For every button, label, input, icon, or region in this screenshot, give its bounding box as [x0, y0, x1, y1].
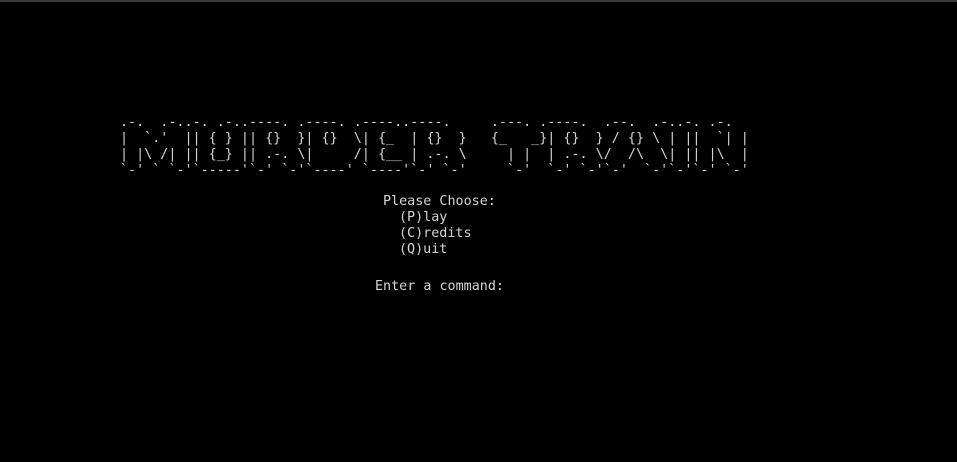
menu-heading: Please Choose: [383, 194, 496, 209]
main-menu: Please Choose: (P)lay (C)redits (Q)uit Enter… [375, 194, 632, 294]
menu-option-play: (P)lay [399, 210, 448, 225]
command-prompt-row: Enter a command: [375, 274, 632, 294]
menu-option-quit: (Q)uit [399, 242, 448, 257]
menu-option-credits: (C)redits [399, 226, 472, 241]
banner-line: `-' ` `-'`-----'`-' `-'`----' `----'`-' … [120, 163, 749, 178]
banner-line: | `.' || { } || {} }| {} \| {_ | {} } {_… [120, 131, 749, 146]
command-prompt-label: Enter a command: [375, 279, 504, 294]
console-window: .-. .-..-. .-..----. .----. .----..----.… [0, 0, 957, 462]
command-input[interactable] [512, 274, 632, 290]
console-output: .-. .-..-. .-..----. .----. .----..----.… [0, 0, 957, 462]
banner-line: | |\ /| || {_} || .-. \| /| {__ | .-. \ … [120, 147, 749, 162]
banner-line: .-. .-..-. .-..----. .----. .----..----.… [120, 115, 733, 130]
ascii-title-banner: .-. .-..-. .-..----. .----. .----..----.… [120, 115, 749, 179]
